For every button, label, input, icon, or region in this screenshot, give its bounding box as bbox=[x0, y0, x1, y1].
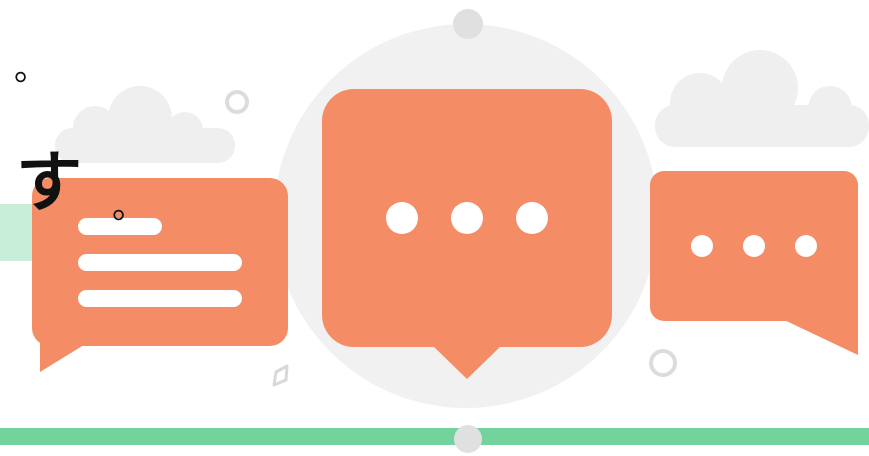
ring-icon bbox=[649, 349, 677, 377]
rhombus-icon bbox=[272, 364, 289, 387]
cloud-right-icon bbox=[655, 50, 869, 147]
chat-illustration bbox=[0, 9, 869, 453]
bottom-knob bbox=[454, 425, 482, 453]
ring-icon bbox=[225, 90, 249, 114]
top-knob bbox=[453, 9, 483, 39]
speech-bubble-dots-icon bbox=[650, 171, 858, 355]
bottom-green-bar bbox=[0, 428, 869, 445]
speech-bubble-typing-icon bbox=[322, 89, 612, 379]
overlay-mark-bottom: 。 bbox=[112, 187, 146, 227]
overlay-mark-top: 。 bbox=[14, 49, 48, 89]
overlay-kana: す bbox=[16, 144, 82, 221]
cloud-left-icon bbox=[55, 86, 235, 163]
